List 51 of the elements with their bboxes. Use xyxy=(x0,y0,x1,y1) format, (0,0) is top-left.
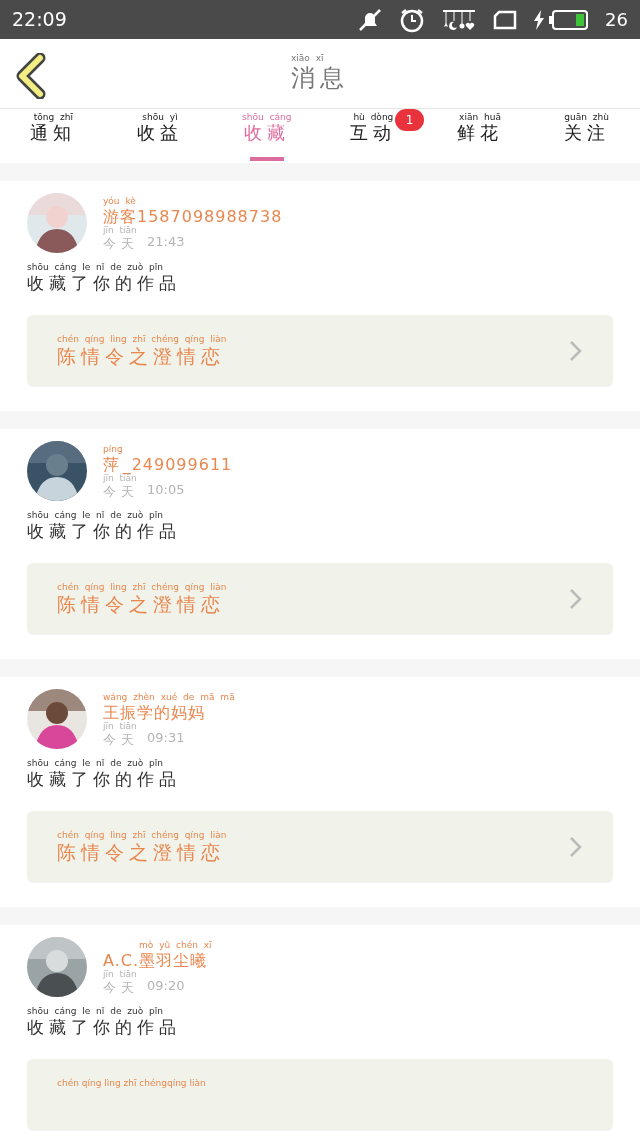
date-label-pinyin: jīn tiān xyxy=(103,969,138,980)
action-text-pinyin: shōu cáng le nǐ de zuò pǐn xyxy=(27,510,164,521)
date-label: 今天 xyxy=(103,979,139,996)
user-name: 游客 xyxy=(103,206,137,226)
user-name: 墨羽尘曦 xyxy=(139,950,208,970)
action-text: 收藏了你的作品 xyxy=(27,768,181,790)
count-badge: 1 xyxy=(394,108,425,131)
time-label: 21:43 xyxy=(147,232,185,251)
status-time: 22:09 xyxy=(12,7,67,33)
muted-bell-icon xyxy=(357,7,384,32)
date-label-pinyin: jīn tiān xyxy=(103,226,138,236)
user-name-pinyin: píng xyxy=(103,444,123,455)
action-text: 收藏了你的作品 xyxy=(27,272,181,294)
page-title: 消息 xyxy=(291,64,349,93)
action-text: 收藏了你的作品 xyxy=(27,520,181,542)
date-label: 今天 xyxy=(103,731,139,748)
tab[interactable]: shōu yì 收益 xyxy=(106,108,214,163)
battery-percent: 26 xyxy=(605,8,628,33)
time-label: 09:20 xyxy=(147,976,185,995)
hanging-ornaments-icon xyxy=(441,7,478,32)
action-text: 收藏了你的作品 xyxy=(27,1016,181,1037)
date-label: 今天 xyxy=(103,483,139,500)
tab[interactable]: xiān huā 鲜花 xyxy=(426,108,534,163)
chevron-right-icon xyxy=(569,836,583,859)
date-label-pinyin: jīn tiān xyxy=(103,473,137,484)
user-name: 萍 xyxy=(103,454,120,474)
charging-icon xyxy=(533,9,546,30)
action-text-pinyin: shōu cáng le nǐ de zuò pǐn xyxy=(27,1006,164,1017)
chevron-right-icon xyxy=(569,340,583,363)
user-name: _249099611 xyxy=(122,454,233,474)
back-button[interactable] xyxy=(14,53,48,100)
action-text-pinyin: shōu cáng le nǐ de zuò pǐn xyxy=(27,262,164,273)
user-name-pinyin: yóu kè xyxy=(103,196,137,207)
user-name: 1587098988738 xyxy=(137,206,283,226)
date-label-pinyin: jīn tiān xyxy=(103,721,137,732)
chevron-right-icon xyxy=(569,588,583,611)
user-name-pinyin: wáng zhèn xué de mā mā xyxy=(103,692,235,703)
date-label: 今天 xyxy=(103,235,139,252)
page-title-pinyin: xiāo xī xyxy=(291,54,325,65)
tab[interactable]: tōng zhī 通知 xyxy=(0,108,107,163)
alarm-icon xyxy=(399,6,426,33)
action-text-pinyin: shōu cáng le nǐ de zuò pǐn xyxy=(27,758,164,769)
back-icon xyxy=(14,53,48,100)
user-name: 王振学的妈妈 xyxy=(103,702,206,722)
user-name: A.C. xyxy=(103,950,139,970)
user-name-pinyin: mò yǔ chén xī xyxy=(139,940,212,951)
battery-icon xyxy=(549,8,590,31)
time-label: 09:31 xyxy=(147,728,185,747)
time-label: 10:05 xyxy=(147,480,185,499)
sim-card-icon xyxy=(493,9,518,30)
tab[interactable]: guān zhù 关注 xyxy=(533,108,640,163)
